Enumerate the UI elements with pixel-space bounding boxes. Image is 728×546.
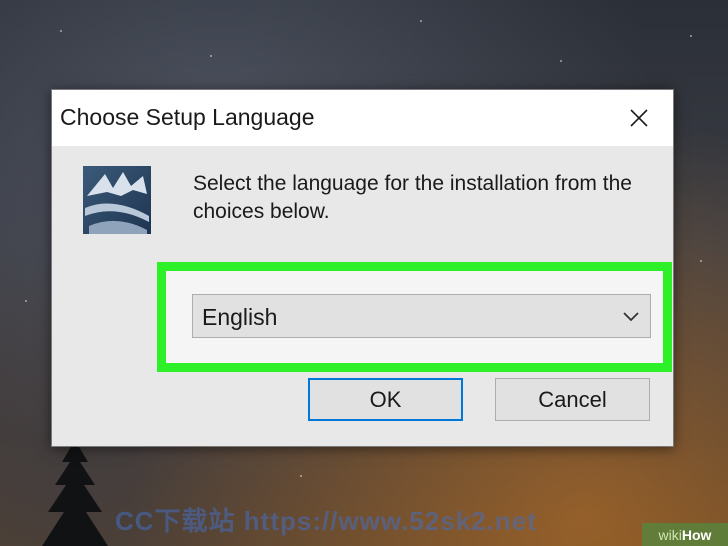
- close-icon: [630, 109, 648, 127]
- wikihow-prefix: wiki: [658, 526, 682, 543]
- cancel-button[interactable]: Cancel: [495, 378, 650, 421]
- background-star: [60, 30, 62, 32]
- background-star: [210, 55, 212, 57]
- background-star: [700, 260, 702, 262]
- setup-language-dialog: Choose Setup Language Select the languag…: [51, 89, 674, 447]
- chevron-down-icon: [623, 312, 639, 322]
- background-star: [300, 475, 302, 477]
- background-star: [25, 300, 27, 302]
- instruction-text: Select the language for the installation…: [193, 172, 632, 223]
- selection-highlight: English: [157, 262, 672, 372]
- setup-logo-icon: [83, 166, 151, 234]
- ok-button[interactable]: OK: [308, 378, 463, 421]
- wikihow-badge: wiki How: [642, 523, 728, 546]
- background-star: [420, 20, 422, 22]
- tree-silhouette: [42, 440, 108, 546]
- dialog-title: Choose Setup Language: [60, 104, 315, 130]
- language-select-value: English: [202, 304, 278, 330]
- close-button[interactable]: [605, 90, 673, 146]
- wikihow-suffix: How: [681, 526, 712, 543]
- dialog-titlebar[interactable]: Choose Setup Language: [52, 90, 673, 146]
- language-select[interactable]: English: [192, 294, 651, 338]
- dialog-body: Select the language for the installation…: [52, 146, 673, 446]
- site-watermark: CC下载站 https://www.52sk2.net: [115, 506, 537, 536]
- background-star: [560, 60, 562, 62]
- background-star: [690, 35, 692, 37]
